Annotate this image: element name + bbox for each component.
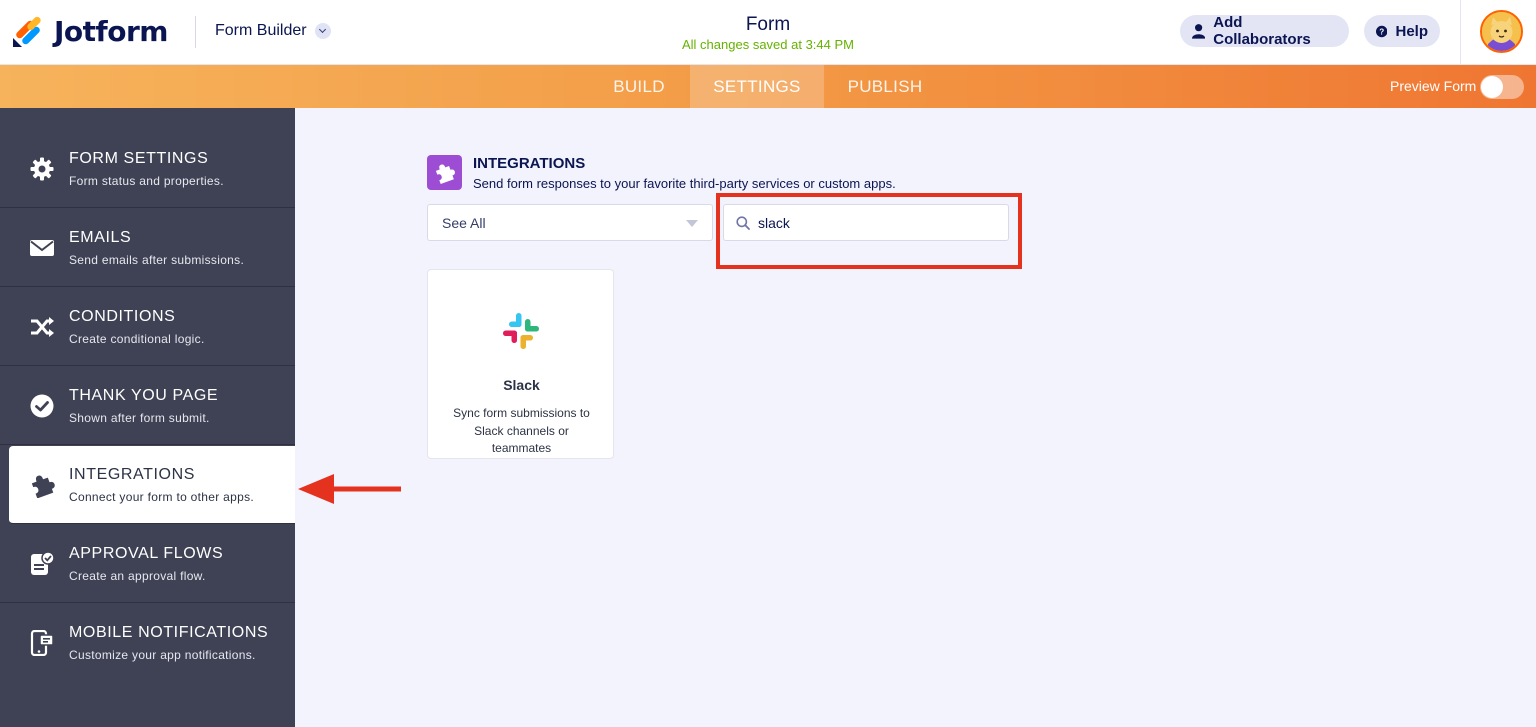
category-filter-select[interactable]: See All [427,204,713,241]
sidebar-item-form-settings[interactable]: FORM SETTINGS Form status and properties… [0,130,295,208]
help-label: Help [1395,22,1428,40]
sidebar-item-subtitle: Customize your app notifications. [69,648,256,662]
tab-publish[interactable]: PUBLISH [830,65,940,108]
integrations-title: INTEGRATIONS [473,155,586,172]
help-icon: ? [1376,25,1388,37]
sidebar-item-subtitle: Form status and properties. [69,174,224,188]
user-icon [1192,24,1206,39]
slack-icon [503,313,539,349]
sidebar-item-subtitle: Create conditional logic. [69,332,205,346]
shuffle-icon [31,317,54,337]
sidebar-item-title: CONDITIONS [69,308,176,325]
sidebar-item-integrations[interactable]: INTEGRATIONS Connect your form to other … [9,446,295,524]
tab-build[interactable]: BUILD [594,65,684,108]
toggle-knob [1481,76,1503,98]
puzzle-icon [435,164,455,184]
sidebar-item-title: INTEGRATIONS [69,466,196,483]
gear-icon [30,157,54,181]
preview-form-label: Preview Form [1390,78,1477,94]
settings-sidebar: FORM SETTINGS Form status and properties… [0,108,295,727]
preview-form-toggle[interactable] [1480,75,1524,99]
sidebar-item-title: EMAILS [69,229,132,246]
sidebar-item-subtitle: Send emails after submissions. [69,253,245,267]
avatar[interactable] [1480,10,1523,53]
sidebar-item-emails[interactable]: EMAILS Send emails after submissions. [0,209,295,287]
search-highlight-annotation [716,193,1022,269]
integrations-section-icon [427,155,462,190]
envelope-icon [30,240,54,256]
avatar-cat-icon [1482,12,1521,51]
sidebar-item-conditions[interactable]: CONDITIONS Create conditional logic. [0,288,295,366]
header-divider-right [1460,0,1461,65]
sidebar-item-subtitle: Create an approval flow. [69,569,206,583]
tab-settings[interactable]: SETTINGS [690,65,824,108]
sidebar-item-thank-you-page[interactable]: THANK YOU PAGE Shown after form submit. [0,367,295,445]
integration-description: Sync form submissions to Slack channels … [453,406,590,455]
add-collaborators-button[interactable]: Add Collaborators [1180,14,1349,48]
caret-down-icon [686,220,698,227]
sidebar-item-title: FORM SETTINGS [69,150,209,167]
approval-icon [31,551,55,575]
sidebar-item-subtitle: Shown after form submit. [69,411,210,425]
top-header: Jotform Form Builder Form All changes sa… [0,0,1536,65]
add-collaborators-label: Add Collaborators [1213,14,1311,48]
builder-nav: BUILD SETTINGS PUBLISH Preview Form [0,65,1536,108]
sidebar-item-title: THANK YOU PAGE [69,387,219,404]
sidebar-item-subtitle: Connect your form to other apps. [69,490,255,504]
integrations-subtitle: Send form responses to your favorite thi… [473,176,896,191]
mobile-icon [30,630,54,656]
sidebar-item-approval-flows[interactable]: APPROVAL FLOWS Create an approval flow. [0,525,295,603]
category-filter-value: See All [442,215,486,231]
integration-name: Slack [503,377,540,393]
check-circle-icon [30,394,54,418]
integration-card-slack[interactable]: Slack Sync form submissions to Slack cha… [427,269,614,459]
pointer-arrow-annotation [298,474,401,504]
puzzle-icon [31,475,55,498]
help-button[interactable]: ? Help [1364,15,1440,47]
svg-text:?: ? [1379,27,1384,36]
sidebar-item-title: APPROVAL FLOWS [69,545,224,562]
sidebar-item-mobile-notifications[interactable]: MOBILE NOTIFICATIONS Customize your app … [0,604,295,682]
sidebar-item-title: MOBILE NOTIFICATIONS [69,624,269,641]
